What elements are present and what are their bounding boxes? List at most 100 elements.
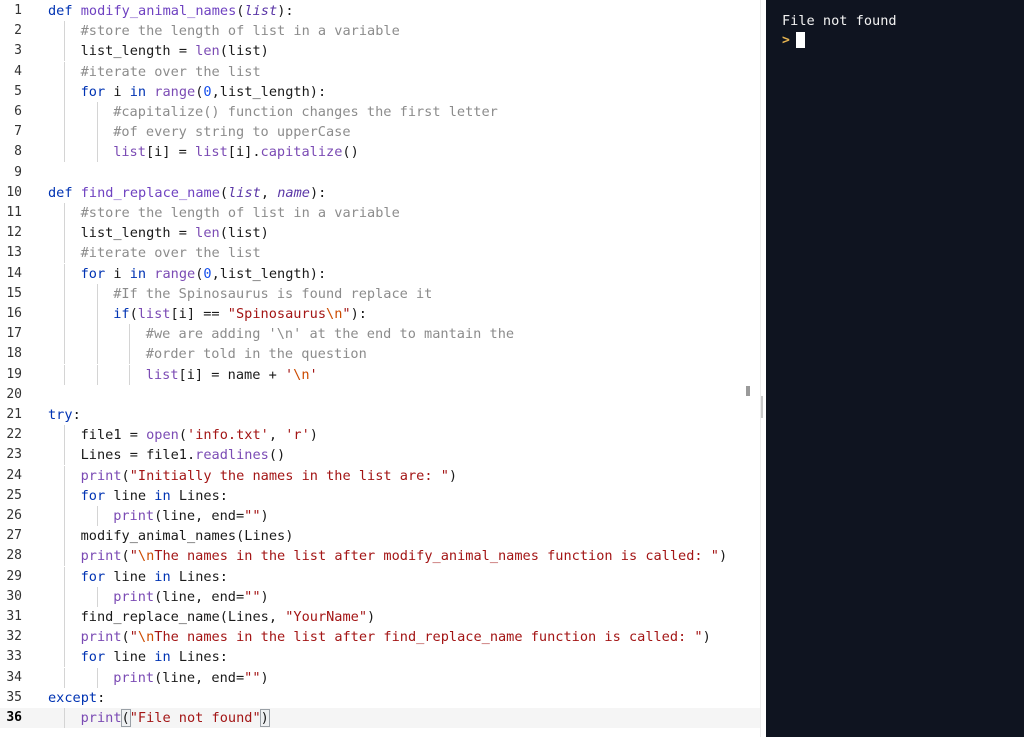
line-number: 2: [14, 23, 22, 39]
indent-guide: [64, 21, 65, 42]
line-number: 29: [6, 568, 22, 584]
code-line[interactable]: 28 print("\nThe names in the list after m…: [0, 546, 760, 567]
code-line[interactable]: 2 #store the length of list in a variable: [0, 21, 760, 42]
code-text: list_length = len(list): [81, 223, 269, 243]
line-number: 15: [6, 285, 22, 301]
code-text: list[i] = list[i].capitalize(): [113, 142, 359, 162]
code-token: list: [113, 144, 146, 161]
code-line[interactable]: 11 #store the length of list in a variabl…: [0, 203, 760, 223]
code-line[interactable]: 13 #iterate over the list: [0, 243, 760, 264]
line-number: 8: [14, 144, 22, 160]
code-line[interactable]: 21 try:: [0, 405, 760, 425]
code-line[interactable]: 8 list[i] = list[i].capitalize(): [0, 142, 760, 163]
code-token: in: [129, 83, 155, 100]
code-line[interactable]: 6 #capitalize() function changes the firs…: [0, 102, 760, 122]
code-token: ,list_length):: [211, 83, 327, 100]
code-token: list: [228, 184, 261, 201]
code-line[interactable]: 1 def modify_animal_names(list):: [0, 1, 760, 21]
code-line[interactable]: 9: [0, 163, 760, 183]
code-token: ,: [260, 184, 278, 201]
line-number: 33: [6, 649, 22, 665]
code-text: #iterate over the list: [81, 243, 261, 263]
code-token: in: [154, 649, 179, 666]
code-token: #of every string to upperCase: [113, 124, 351, 141]
code-token: ": [129, 548, 138, 565]
indent-guide: [64, 485, 65, 506]
code-text: for line in Lines:: [81, 486, 228, 506]
indent-guide: [64, 607, 65, 627]
console-panel[interactable]: File not found >: [766, 0, 1024, 737]
code-token: \n: [326, 306, 343, 322]
code-line[interactable]: 35 except:: [0, 688, 760, 708]
code-line[interactable]: 23 Lines = file1.readlines(): [0, 445, 760, 466]
code-token: [i].: [227, 144, 261, 161]
indent-guide: [64, 61, 65, 82]
line-number: 18: [6, 346, 22, 362]
code-line[interactable]: 4 #iterate over the list: [0, 61, 760, 82]
line-number: 27: [6, 528, 22, 544]
code-token: #iterate over the list: [80, 63, 261, 80]
code-line[interactable]: 18 #order told in the question: [0, 344, 760, 365]
indent-guide: [64, 41, 65, 62]
code-line[interactable]: 22 file1 = open('info.txt', 'r'): [0, 425, 760, 446]
indent-guide: [64, 122, 65, 143]
line-number: 30: [6, 588, 22, 604]
code-line[interactable]: 24 print("Initially the names in the list…: [0, 465, 760, 486]
code-line[interactable]: 33 for line in Lines:: [0, 647, 760, 668]
code-line[interactable]: 31 find_replace_name(Lines, "YourName"): [0, 607, 760, 627]
code-text: for i in range(0,list_length):: [81, 264, 327, 284]
code-line[interactable]: 29 for line in Lines:: [0, 566, 760, 587]
indent-guide: [96, 304, 98, 324]
code-token: ): [259, 709, 270, 727]
code-editor[interactable]: 1 def modify_animal_names(list): 2 #store t…: [0, 0, 760, 737]
code-line[interactable]: 12 list_length = len(list): [0, 223, 760, 244]
code-token: The names in the list after modify_anima…: [154, 548, 719, 565]
code-token: line: [113, 568, 155, 585]
code-token: i: [113, 83, 130, 100]
indent-guide: [96, 506, 98, 526]
code-text: #store the length of list in a variable: [81, 203, 400, 223]
code-token: ):: [309, 184, 327, 201]
code-token: Lines:: [178, 649, 228, 666]
code-line[interactable]: 7 #of every string to upperCase: [0, 122, 760, 143]
code-line[interactable]: 32 print("\nThe names in the list after f…: [0, 627, 760, 648]
indent-guide: [64, 223, 65, 244]
code-line[interactable]: 3 list_length = len(list): [0, 41, 760, 62]
code-token: Lines:: [178, 568, 228, 585]
code-token: ): [260, 588, 269, 605]
code-line[interactable]: 15 #If the Spinosaurus is found replace i…: [0, 283, 760, 304]
code-line[interactable]: 30 print(line, end=""): [0, 586, 760, 607]
code-token: in: [154, 568, 179, 585]
line-number: 11: [6, 205, 22, 220]
code-token: 'info.txt': [187, 427, 269, 444]
code-text: if(list[i] == "Spinosaurus\n"):: [113, 304, 367, 324]
code-line[interactable]: 36 print("File not found"): [0, 708, 760, 728]
code-line[interactable]: 10 def find_replace_name(list, name):: [0, 183, 760, 203]
code-text: modify_animal_names(Lines): [81, 526, 294, 546]
code-token: \n: [137, 548, 155, 565]
line-number: 22: [6, 427, 22, 443]
code-line[interactable]: 27 modify_animal_names(Lines): [0, 526, 760, 547]
indent-guide: [64, 445, 65, 466]
editor-scrollbar-thumb[interactable]: [761, 396, 763, 418]
code-line[interactable]: 16 if(list[i] == "Spinosaurus\n"):: [0, 304, 760, 324]
code-line[interactable]: 17 #we are adding '\n' at the end to mant…: [0, 324, 760, 345]
code-token: line: [113, 649, 155, 666]
code-line[interactable]: 26 print(line, end=""): [0, 506, 760, 526]
indent-guide: [64, 667, 65, 688]
code-line[interactable]: 19 list[i] = name + '\n': [0, 364, 760, 385]
code-token: [i] ==: [170, 306, 228, 322]
code-text: except:: [48, 688, 105, 708]
line-number: 13: [6, 245, 22, 261]
code-line[interactable]: 25 for line in Lines:: [0, 485, 760, 506]
code-token: 'r': [285, 427, 310, 444]
code-token: line: [113, 487, 155, 504]
code-line[interactable]: 5 for i in range(0,list_length):: [0, 81, 760, 102]
indent-guide: [129, 364, 131, 385]
line-number: 34: [6, 669, 22, 685]
indent-guide: [64, 304, 65, 324]
code-line[interactable]: 14 for i in range(0,list_length):: [0, 263, 760, 284]
code-line[interactable]: 34 print(line, end=""): [0, 667, 760, 688]
code-token: i: [113, 265, 130, 282]
code-line[interactable]: 20: [0, 385, 760, 405]
